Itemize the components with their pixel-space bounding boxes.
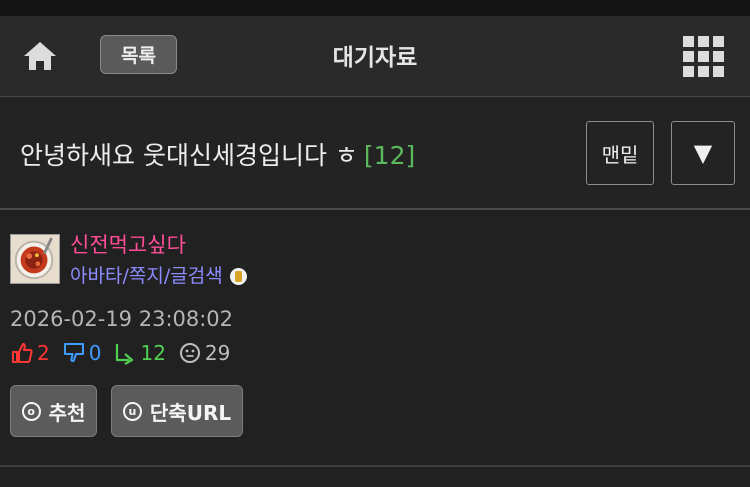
top-strip xyxy=(0,0,750,16)
post-date: 2026-02-19 23:08:02 xyxy=(10,307,234,331)
short-url-icon: u xyxy=(122,401,142,421)
message-link[interactable]: 쪽지 xyxy=(129,265,164,287)
recommend-icon: o xyxy=(21,401,41,421)
grid-menu-icon[interactable] xyxy=(683,36,725,78)
share-arrow-icon xyxy=(116,344,134,365)
thumbs-down-icon xyxy=(63,343,84,363)
comment-count[interactable]: [12] xyxy=(364,141,415,170)
dislike-count: 0 xyxy=(88,341,102,365)
short-url-button[interactable]: u 단축URL xyxy=(111,385,243,437)
avatar-link[interactable]: 아바타 xyxy=(70,265,122,287)
page-title: 대기자료 xyxy=(332,45,418,71)
thumbs-up-icon xyxy=(12,343,33,363)
dislike-stat: 0 xyxy=(62,341,102,365)
author-name[interactable]: 신전먹고싶다 xyxy=(70,229,186,259)
share-count: 12 xyxy=(140,341,166,365)
down-arrow-button[interactable]: ▼ xyxy=(671,121,735,185)
share-stat: 12 xyxy=(113,341,166,365)
view-stat: 29 xyxy=(178,341,230,365)
author-links: 아바타/쪽지/글검색 xyxy=(70,261,247,288)
post-search-link[interactable]: 글검색 xyxy=(170,265,222,287)
post-title-bar: 안녕하새요 웃대신세경입니다 ㅎ [12] 맨밑 ▼ xyxy=(0,97,750,210)
face-icon xyxy=(179,343,200,363)
section-divider xyxy=(0,465,750,467)
post-title: 안녕하새요 웃대신세경입니다 ㅎ [12] xyxy=(20,136,415,172)
level-badge-icon xyxy=(229,268,247,285)
recommend-label: 추천 xyxy=(48,400,86,425)
scroll-bottom-button[interactable]: 맨밑 xyxy=(586,121,654,185)
recommend-button[interactable]: o 추천 xyxy=(10,385,97,437)
like-count: 2 xyxy=(37,341,50,365)
post-stats: 2 0 12 29 xyxy=(10,341,242,365)
header-bar: 목록 대기자료 xyxy=(0,16,750,97)
short-url-label: 단축URL xyxy=(149,400,232,425)
view-count: 29 xyxy=(204,341,231,365)
avatar-image[interactable] xyxy=(10,234,60,284)
like-stat: 2 xyxy=(10,341,50,365)
post-title-text: 안녕하새요 웃대신세경입니다 ㅎ xyxy=(20,141,358,170)
